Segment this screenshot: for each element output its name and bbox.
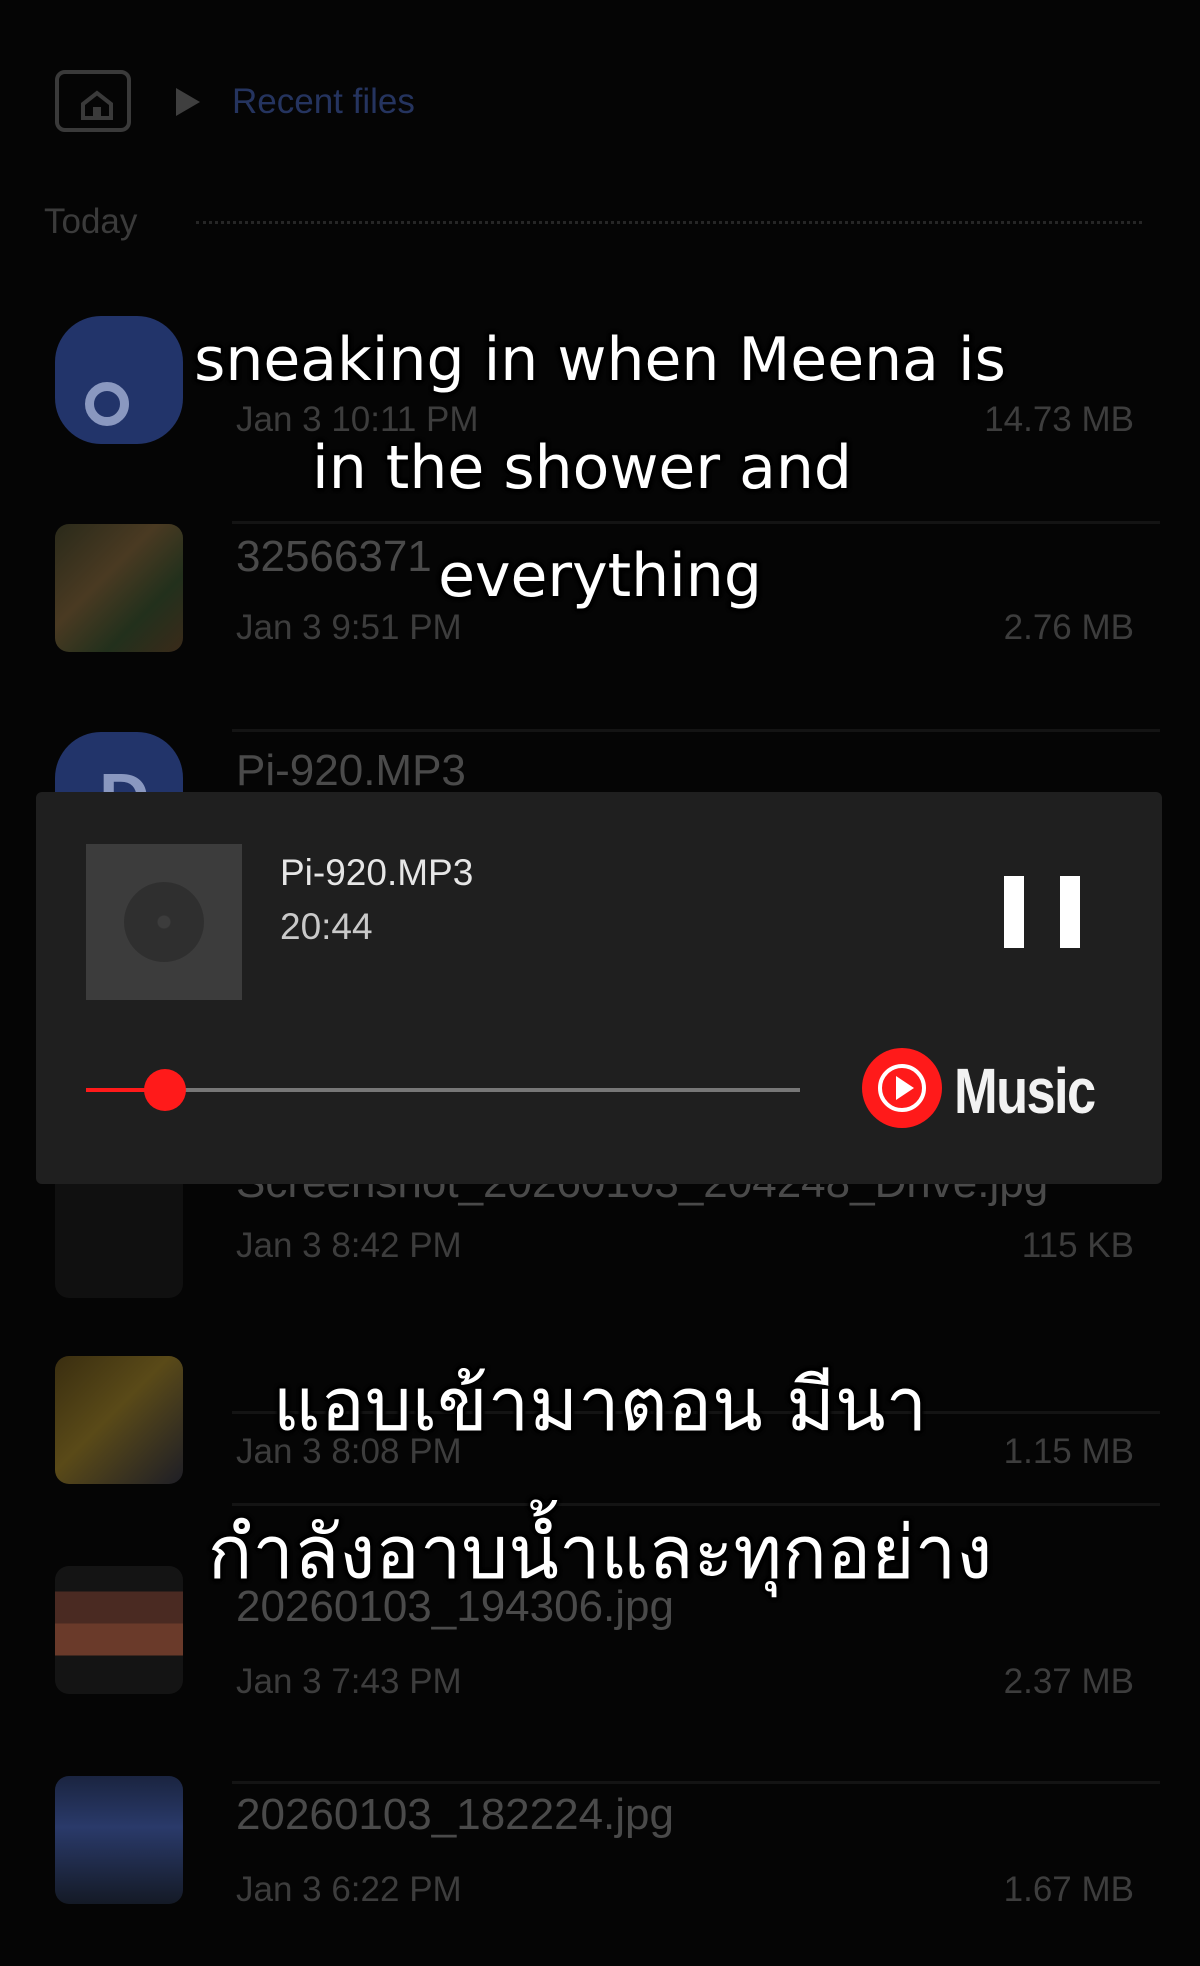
- music-app-icon[interactable]: [862, 1048, 942, 1128]
- seek-bar-handle[interactable]: [143, 1069, 186, 1111]
- seek-bar[interactable]: [86, 1069, 800, 1111]
- file-size: 115 KB: [1021, 1226, 1134, 1265]
- pause-button[interactable]: [1004, 876, 1080, 948]
- image-thumbnail: [55, 1170, 183, 1298]
- music-app-label[interactable]: Music: [954, 1054, 1096, 1128]
- section-label-today: Today: [44, 202, 138, 241]
- file-date: Jan 3 6:22 PM: [236, 1870, 462, 1909]
- home-folder-button[interactable]: [55, 70, 131, 132]
- file-name: Pi-920.MP3: [236, 746, 466, 795]
- file-date: Jan 3 8:42 PM: [236, 1226, 462, 1265]
- file-row[interactable]: 20260103_182224.jpg Jan 3 6:22 PM 1.67 M…: [0, 1776, 1200, 1966]
- player-track-title: Pi-920.MP3: [280, 852, 474, 893]
- breadcrumb-recent-files[interactable]: Recent files: [232, 82, 415, 122]
- file-date: Jan 3 7:43 PM: [236, 1662, 462, 1701]
- caption-thai-line-1: แอบเข้ามาตอน มีนา: [272, 1362, 928, 1448]
- breadcrumb-arrow-icon: [176, 88, 200, 116]
- home-icon: [81, 90, 113, 120]
- player-elapsed-time: 20:44: [280, 906, 373, 947]
- file-name: 20260103_182224.jpg: [236, 1790, 675, 1839]
- media-player-card[interactable]: Pi-920.MP3 20:44 Music: [36, 792, 1162, 1184]
- file-size: 2.37 MB: [1003, 1662, 1134, 1701]
- section-divider: [196, 221, 1142, 224]
- caption-english-line-3: everything: [438, 541, 762, 611]
- caption-english-line-2: in the shower and: [312, 433, 852, 503]
- caption-english-line-1: sneaking in when Meena is: [194, 325, 1006, 395]
- file-manager-screen: Recent files Today Jan 3 10:11 PM 14.73 …: [0, 0, 1200, 1966]
- vinyl-disc-icon: [124, 882, 204, 962]
- pause-icon: [1004, 876, 1024, 948]
- album-art: [86, 844, 242, 1000]
- caption-thai-line-2: กำลังอาบน้ำและทุกอย่าง: [207, 1510, 993, 1596]
- image-thumbnail: [55, 1776, 183, 1904]
- file-size: 1.67 MB: [1003, 1870, 1134, 1909]
